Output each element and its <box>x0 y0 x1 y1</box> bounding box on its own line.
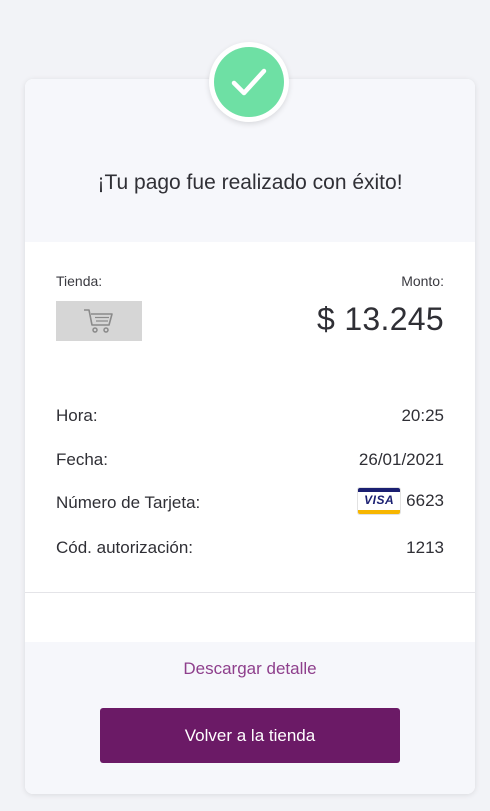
back-to-store-button[interactable]: Volver a la tienda <box>100 708 400 763</box>
detail-value: 26/01/2021 <box>358 450 444 469</box>
detail-value: 20:25 <box>401 406 444 425</box>
payment-receipt-card: ¡Tu pago fue realizado con éxito! Tienda… <box>25 79 475 794</box>
amount-label: Monto: <box>401 273 444 289</box>
detail-label: Fecha: <box>56 450 108 469</box>
download-detail-link[interactable]: Descargar detalle <box>25 659 475 679</box>
detail-row-card-number: Número de Tarjeta: VISA 6623 <box>56 488 444 517</box>
detail-value: 1213 <box>406 538 444 557</box>
check-icon <box>214 47 284 117</box>
card-brand: VISA <box>364 493 395 507</box>
success-badge <box>209 42 289 122</box>
detail-label: Hora: <box>56 406 98 425</box>
detail-label: Cód. autorización: <box>56 538 194 557</box>
store-logo <box>56 301 142 341</box>
detail-label: Número de Tarjeta: <box>56 493 201 512</box>
visa-card-icon: VISA <box>358 488 401 514</box>
card-info: VISA 6623 <box>358 488 444 516</box>
store-label: Tienda: <box>56 273 103 289</box>
detail-row-date: Fecha: 26/01/2021 <box>56 450 444 474</box>
amount-value: $ 13.245 <box>317 301 444 337</box>
card-last-digits: 6623 <box>406 491 444 510</box>
divider <box>25 592 475 593</box>
shopping-cart-icon <box>84 309 113 333</box>
detail-row-auth-code: Cód. autorización: 1213 <box>56 538 444 562</box>
detail-row-time: Hora: 20:25 <box>56 406 444 430</box>
page-title: ¡Tu pago fue realizado con éxito! <box>97 171 403 194</box>
